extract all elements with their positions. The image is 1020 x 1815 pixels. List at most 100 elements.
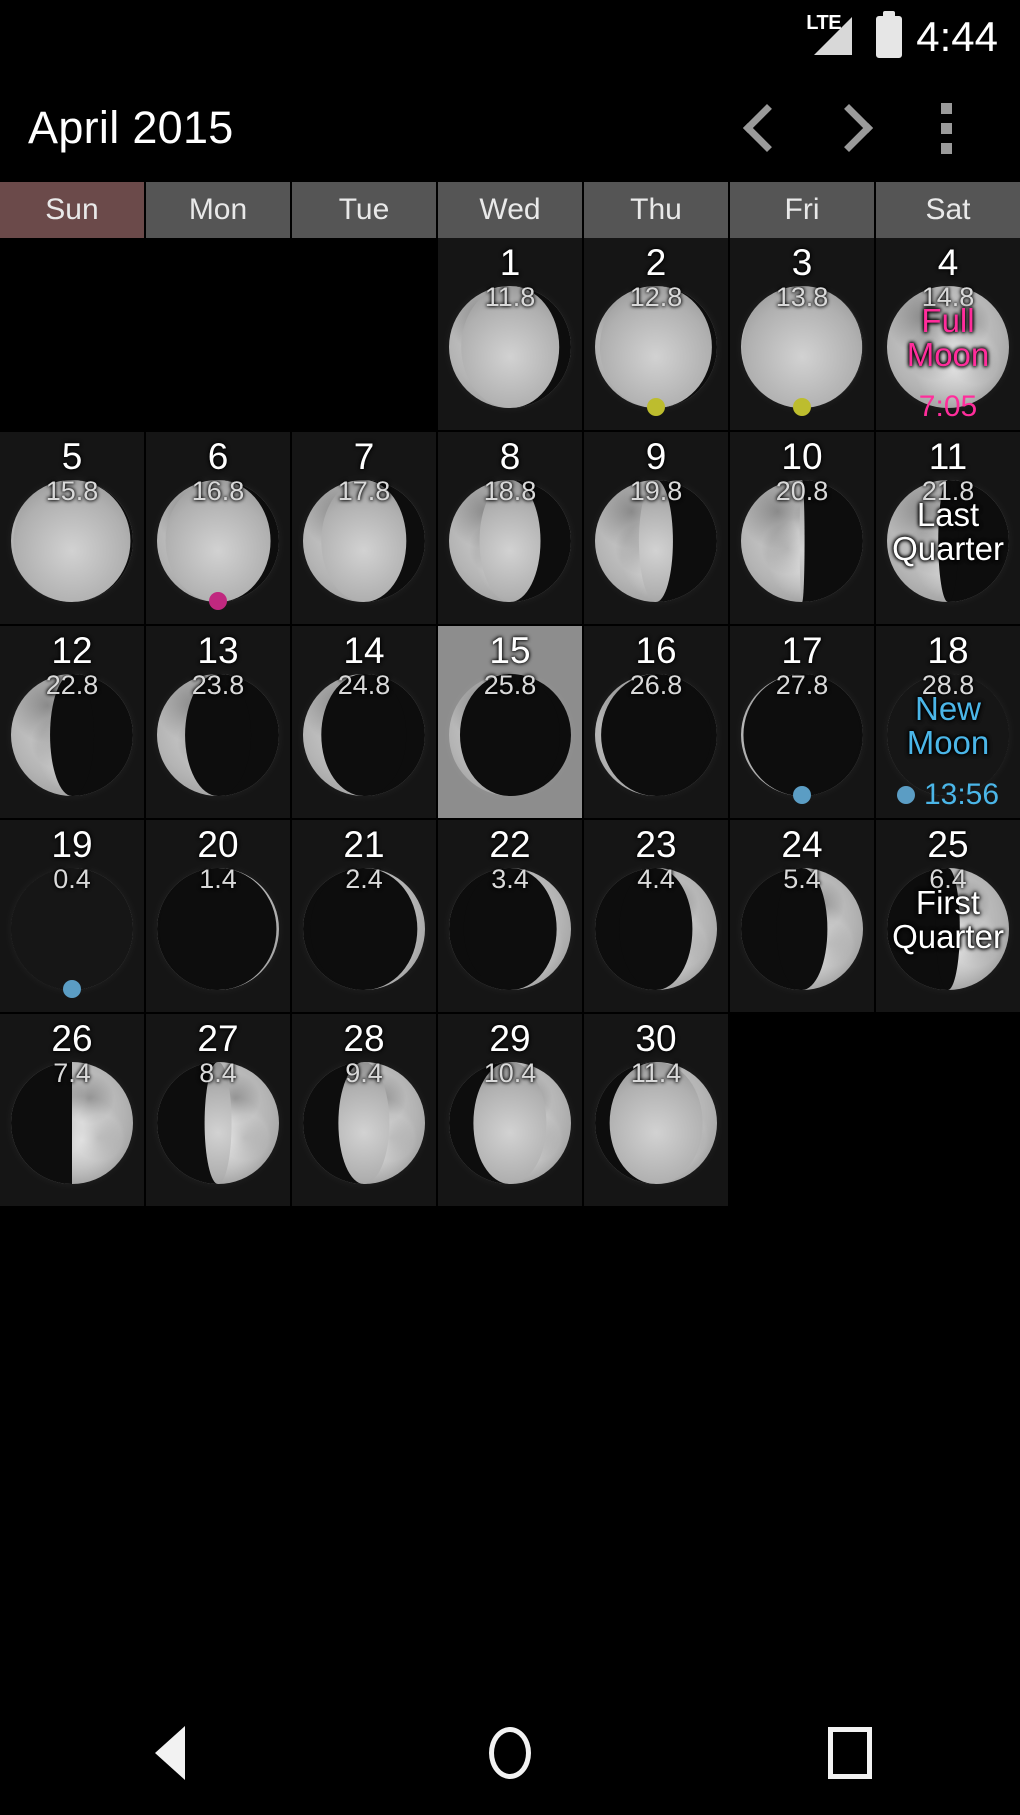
android-navigation-bar bbox=[0, 1690, 1020, 1815]
day-number: 23 bbox=[635, 824, 677, 865]
day-number: 29 bbox=[489, 1018, 531, 1059]
calendar-day-cell-17[interactable]: 17 27.8 bbox=[730, 626, 876, 820]
day-number: 27 bbox=[197, 1018, 239, 1059]
moon-age-value: 17.8 bbox=[337, 475, 391, 506]
calendar-cell-empty bbox=[730, 1014, 876, 1208]
moon-age-value: 15.8 bbox=[45, 475, 99, 506]
moon-age-value: 8.4 bbox=[199, 1057, 237, 1088]
moon-phase-label: Full Moon bbox=[906, 302, 990, 374]
calendar-day-cell-28[interactable]: 28 9.4 bbox=[292, 1014, 438, 1208]
nav-recents-button[interactable] bbox=[775, 1703, 925, 1803]
calendar-day-cell-15[interactable]: 15 25.8 bbox=[438, 626, 584, 820]
calendar-day-cell-20[interactable]: 20 1.4 bbox=[146, 820, 292, 1014]
moon-age-value: 18.8 bbox=[483, 475, 537, 506]
chevron-left-icon bbox=[742, 103, 792, 153]
moon-age-value: 2.4 bbox=[345, 863, 383, 894]
event-dot-olive bbox=[793, 398, 811, 416]
calendar-day-cell-14[interactable]: 14 24.8 bbox=[292, 626, 438, 820]
calendar-day-cell-2[interactable]: 2 12.8 bbox=[584, 238, 730, 432]
moon-age-value: 1.4 bbox=[199, 863, 237, 894]
calendar-day-cell-3[interactable]: 3 13.8 bbox=[730, 238, 876, 432]
day-event-footer: 7:05 bbox=[876, 390, 1020, 424]
moon-age-value: 22.8 bbox=[45, 669, 99, 700]
day-event-footer bbox=[0, 972, 144, 1006]
day-event-footer: 13:56 bbox=[876, 778, 1020, 812]
day-number: 7 bbox=[353, 436, 375, 477]
moon-age-value: 11.4 bbox=[630, 1057, 682, 1088]
clock-label: 4:44 bbox=[916, 13, 998, 60]
weekday-header-fri: Fri bbox=[730, 182, 876, 238]
calendar-day-cell-11[interactable]: 11 21.8 Last Quarter bbox=[876, 432, 1020, 626]
moon-phase-label: Last Quarter bbox=[892, 496, 1004, 568]
chevron-right-icon bbox=[824, 103, 874, 153]
battery-full-icon bbox=[876, 16, 903, 58]
moon-phase-label: New Moon bbox=[906, 690, 990, 762]
calendar-day-cell-24[interactable]: 24 5.4 bbox=[730, 820, 876, 1014]
calendar-day-cell-12[interactable]: 12 22.8 bbox=[0, 626, 146, 820]
weekday-header-mon: Mon bbox=[146, 182, 292, 238]
day-number: 14 bbox=[343, 630, 385, 671]
calendar-day-cell-1[interactable]: 1 11.8 bbox=[438, 238, 584, 432]
recents-square-icon bbox=[828, 1726, 872, 1779]
next-month-button[interactable] bbox=[808, 82, 900, 174]
day-number: 19 bbox=[51, 824, 93, 865]
calendar-day-cell-5[interactable]: 5 15.8 bbox=[0, 432, 146, 626]
calendar-day-cell-6[interactable]: 6 16.8 bbox=[146, 432, 292, 626]
day-number: 25 bbox=[927, 824, 969, 865]
calendar-day-cell-13[interactable]: 13 23.8 bbox=[146, 626, 292, 820]
calendar-cell-empty bbox=[0, 238, 146, 432]
action-bar: April 2015 bbox=[0, 74, 1020, 182]
moon-age-value: 4.4 bbox=[637, 863, 675, 894]
calendar-day-cell-10[interactable]: 10 20.8 bbox=[730, 432, 876, 626]
day-number: 16 bbox=[635, 630, 677, 671]
moon-age-value: 25.8 bbox=[483, 669, 537, 700]
day-number: 13 bbox=[197, 630, 239, 671]
signal-bars-shape bbox=[814, 17, 853, 55]
calendar-cell-empty bbox=[146, 238, 292, 432]
event-dot-blue bbox=[896, 786, 915, 804]
calendar-day-cell-30[interactable]: 30 11.4 bbox=[584, 1014, 730, 1208]
calendar-day-cell-22[interactable]: 22 3.4 bbox=[438, 820, 584, 1014]
day-number: 12 bbox=[51, 630, 93, 671]
status-bar: LTE 4:44 bbox=[0, 0, 1020, 74]
moon-age-value: 23.8 bbox=[191, 669, 245, 700]
day-number: 4 bbox=[937, 242, 959, 283]
overflow-menu-button[interactable] bbox=[900, 82, 992, 174]
day-number: 21 bbox=[343, 824, 385, 865]
calendar-day-cell-8[interactable]: 8 18.8 bbox=[438, 432, 584, 626]
nav-home-button[interactable] bbox=[435, 1703, 585, 1803]
calendar-day-cell-7[interactable]: 7 17.8 bbox=[292, 432, 438, 626]
calendar-day-cell-25[interactable]: 25 6.4 First Quarter bbox=[876, 820, 1020, 1014]
day-event-footer bbox=[584, 390, 728, 424]
calendar-cell-empty bbox=[876, 1014, 1020, 1208]
event-dot-blue bbox=[793, 786, 811, 804]
calendar-day-cell-9[interactable]: 9 19.8 bbox=[584, 432, 730, 626]
nav-back-button[interactable] bbox=[95, 1703, 245, 1803]
calendar-day-cell-18[interactable]: 18 28.8 New Moon 13:56 bbox=[876, 626, 1020, 820]
moon-age-value: 24.8 bbox=[337, 669, 391, 700]
moon-age-value: 19.8 bbox=[629, 475, 683, 506]
weekday-header-sat: Sat bbox=[876, 182, 1020, 238]
calendar-day-cell-21[interactable]: 21 2.4 bbox=[292, 820, 438, 1014]
moon-age-value: 20.8 bbox=[775, 475, 829, 506]
weekday-header-thu: Thu bbox=[584, 182, 730, 238]
day-number: 11 bbox=[928, 436, 968, 477]
moon-age-value: 27.8 bbox=[775, 669, 829, 700]
calendar-day-cell-27[interactable]: 27 8.4 bbox=[146, 1014, 292, 1208]
day-number: 17 bbox=[781, 630, 823, 671]
calendar-day-cell-19[interactable]: 19 0.4 bbox=[0, 820, 146, 1014]
calendar-day-cell-26[interactable]: 26 7.4 bbox=[0, 1014, 146, 1208]
calendar-day-cell-16[interactable]: 16 26.8 bbox=[584, 626, 730, 820]
calendar-day-cell-4[interactable]: 4 14.8 Full Moon 7:05 bbox=[876, 238, 1020, 432]
moon-age-value: 26.8 bbox=[629, 669, 683, 700]
calendar-day-cell-29[interactable]: 29 10.4 bbox=[438, 1014, 584, 1208]
moon-age-value: 12.8 bbox=[629, 281, 683, 312]
calendar-week-row: 19 0.4 20 1.4 21 2.4 22 3.4 23 4.4 24 5.4 25 6.4 First… bbox=[0, 820, 1020, 1014]
day-number: 5 bbox=[61, 436, 83, 477]
calendar-day-cell-23[interactable]: 23 4.4 bbox=[584, 820, 730, 1014]
previous-month-button[interactable] bbox=[716, 82, 808, 174]
back-triangle-icon bbox=[155, 1725, 185, 1780]
day-number: 24 bbox=[781, 824, 823, 865]
event-dot-magenta bbox=[209, 592, 227, 610]
weekday-header-tue: Tue bbox=[292, 182, 438, 238]
